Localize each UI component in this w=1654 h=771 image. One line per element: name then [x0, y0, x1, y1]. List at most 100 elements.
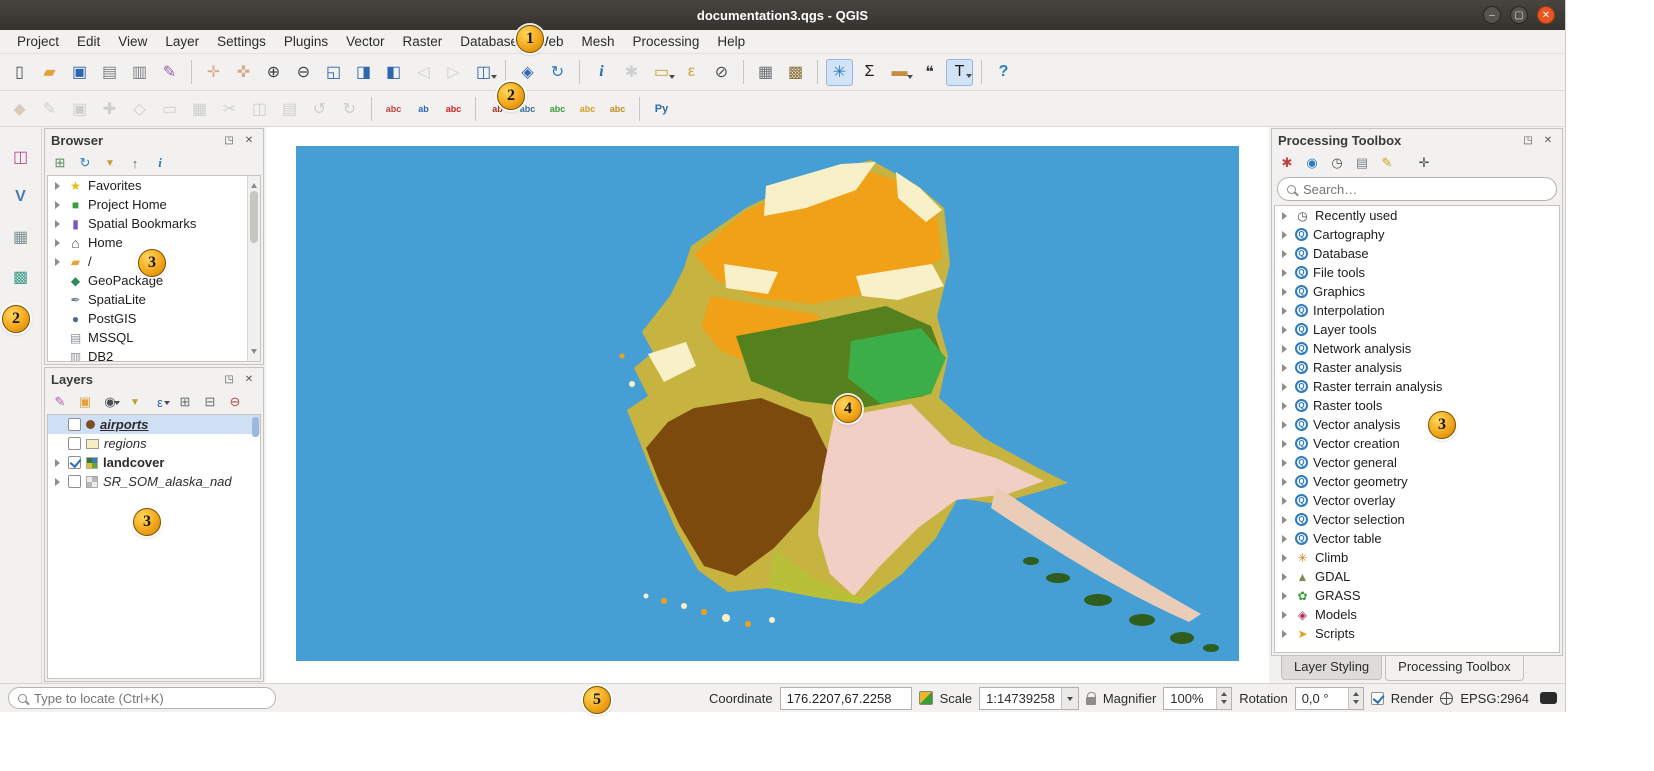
expand-icon[interactable] [53, 200, 63, 210]
processing-item-raster-tools[interactable]: QRaster tools [1275, 396, 1559, 415]
close-panel-icon[interactable]: ✕ [241, 371, 257, 387]
zoom-in-icon[interactable]: ⊕ [260, 59, 287, 86]
browser-item-spatialite[interactable]: ✒ SpatiaLite [48, 290, 260, 309]
menu-view[interactable]: View [109, 31, 156, 52]
data-source-manager-icon[interactable]: ◫ [7, 143, 35, 171]
new-project-icon[interactable]: ▯ [6, 59, 33, 86]
processing-item-vector-general[interactable]: QVector general [1275, 453, 1559, 472]
help-icon[interactable]: ? [990, 59, 1017, 86]
zoom-full-icon[interactable]: ◱ [320, 59, 347, 86]
zoom-to-layer-icon[interactable]: ◧ [380, 59, 407, 86]
processing-item-file-tools[interactable]: QFile tools [1275, 263, 1559, 282]
scroll-up-icon[interactable] [251, 180, 257, 188]
browser-item-mssql[interactable]: ▤ MSSQL [48, 328, 260, 347]
processing-item-vector-table[interactable]: QVector table [1275, 529, 1559, 548]
expand-icon[interactable] [1280, 344, 1290, 354]
spin-buttons[interactable] [1216, 688, 1231, 709]
spin-buttons[interactable] [1348, 688, 1363, 709]
scrollbar-thumb[interactable] [252, 417, 259, 437]
crs-label[interactable]: EPSG:2964 [1460, 691, 1529, 706]
processing-item-models[interactable]: ◈Models [1275, 605, 1559, 624]
expand-icon[interactable] [1280, 382, 1290, 392]
copy-features-icon[interactable]: ◫ [246, 95, 273, 122]
add-vector-layer-icon[interactable]: V [7, 183, 35, 211]
run-feature-action-icon[interactable]: ✱ [618, 59, 645, 86]
zoom-to-selection-icon[interactable]: ◨ [350, 59, 377, 86]
menu-raster[interactable]: Raster [393, 31, 451, 52]
collapse-all-layers-icon[interactable]: ⊟ [200, 392, 220, 412]
remove-layer-icon[interactable]: ⊖ [225, 392, 245, 412]
expand-icon[interactable] [1280, 553, 1290, 563]
save-layer-edits-icon[interactable]: ▣ [66, 95, 93, 122]
processing-item-vector-geometry[interactable]: QVector geometry [1275, 472, 1559, 491]
history-icon[interactable]: ◷ [1327, 153, 1347, 173]
processing-item-climb[interactable]: ✳Climb [1275, 548, 1559, 567]
deselect-all-icon[interactable]: ⊘ [708, 59, 735, 86]
menu-mesh[interactable]: Mesh [573, 31, 624, 52]
expand-icon[interactable] [1280, 572, 1290, 582]
layer-labeling-icon[interactable]: abc [380, 95, 407, 122]
scripts-menu-icon[interactable]: ◉ [1302, 153, 1322, 173]
processing-tree[interactable]: ◷Recently used QCartography QDatabase QF… [1274, 205, 1560, 653]
new-map-view-icon[interactable]: ◫ [470, 59, 497, 86]
delete-selected-icon[interactable]: ▦ [186, 95, 213, 122]
expand-all-icon[interactable]: ⊞ [175, 392, 195, 412]
processing-item-vector-selection[interactable]: QVector selection [1275, 510, 1559, 529]
expand-icon[interactable] [1280, 477, 1290, 487]
float-panel-icon[interactable]: ◳ [1520, 132, 1536, 148]
tab-processing-toolbox[interactable]: Processing Toolbox [1385, 656, 1524, 681]
expand-icon[interactable] [1280, 515, 1290, 525]
filter-browser-icon[interactable]: ▼ [100, 153, 120, 173]
lock-icon[interactable] [1086, 697, 1096, 705]
layer-item-airports[interactable]: airports [48, 415, 260, 434]
add-group-icon[interactable]: ▣ [75, 392, 95, 412]
float-panel-icon[interactable]: ◳ [221, 371, 237, 387]
menu-project[interactable]: Project [8, 31, 68, 52]
processing-item-raster-terrain-analysis[interactable]: QRaster terrain analysis [1275, 377, 1559, 396]
zoom-native-icon[interactable]: ◈ [514, 59, 541, 86]
chevron-down-icon[interactable] [1061, 688, 1078, 709]
menu-edit[interactable]: Edit [68, 31, 109, 52]
locate-input[interactable] [34, 691, 266, 706]
pan-map-icon[interactable]: ✛ [200, 59, 227, 86]
processing-item-vector-analysis[interactable]: QVector analysis [1275, 415, 1559, 434]
layer-checkbox[interactable] [68, 418, 81, 431]
expand-icon[interactable] [1280, 249, 1290, 259]
rotation-spinbox[interactable]: 0,0 ° [1295, 687, 1364, 710]
browser-item-spatial-bookmarks[interactable]: ▮ Spatial Bookmarks [48, 214, 260, 233]
save-project-icon[interactable]: ▣ [66, 59, 93, 86]
minimize-button[interactable]: – [1483, 6, 1501, 24]
title-bar[interactable]: documentation3.qgs - QGIS – ▢ ✕ [0, 0, 1565, 30]
processing-item-vector-overlay[interactable]: QVector overlay [1275, 491, 1559, 510]
refresh-map-icon[interactable]: ↻ [544, 59, 571, 86]
processing-search-box[interactable] [1277, 177, 1557, 201]
float-panel-icon[interactable]: ◳ [221, 132, 237, 148]
text-annotation-icon[interactable]: T [946, 59, 973, 86]
browser-scrollbar[interactable] [247, 176, 260, 361]
add-feature-icon[interactable]: ✚ [96, 95, 123, 122]
spin-down-icon[interactable] [1353, 700, 1359, 707]
processing-item-scripts[interactable]: ➤Scripts [1275, 624, 1559, 643]
spin-down-icon[interactable] [1221, 700, 1227, 707]
processing-search-input[interactable] [1303, 182, 1547, 197]
browser-item-favorites[interactable]: ★ Favorites [48, 176, 260, 195]
models-menu-icon[interactable]: ✱ [1277, 153, 1297, 173]
menu-vector[interactable]: Vector [337, 31, 393, 52]
processing-item-cartography[interactable]: QCartography [1275, 225, 1559, 244]
processing-toolbox-icon[interactable]: ✳ [826, 59, 853, 86]
expand-icon[interactable] [53, 257, 63, 267]
processing-item-network-analysis[interactable]: QNetwork analysis [1275, 339, 1559, 358]
expand-icon[interactable] [1280, 458, 1290, 468]
expand-icon[interactable] [1280, 591, 1290, 601]
identify-features-icon[interactable]: i [588, 59, 615, 86]
menu-layer[interactable]: Layer [156, 31, 208, 52]
menu-settings[interactable]: Settings [208, 31, 275, 52]
expand-icon[interactable] [1280, 211, 1290, 221]
change-label-icon[interactable]: abc [604, 95, 631, 122]
close-panel-icon[interactable]: ✕ [1540, 132, 1556, 148]
close-panel-icon[interactable]: ✕ [241, 132, 257, 148]
select-features-icon[interactable]: ▭ [648, 59, 675, 86]
magnifier-spinbox[interactable]: 100% [1163, 687, 1232, 710]
open-layer-styling-icon[interactable]: ✎ [50, 392, 70, 412]
menu-processing[interactable]: Processing [624, 31, 709, 52]
